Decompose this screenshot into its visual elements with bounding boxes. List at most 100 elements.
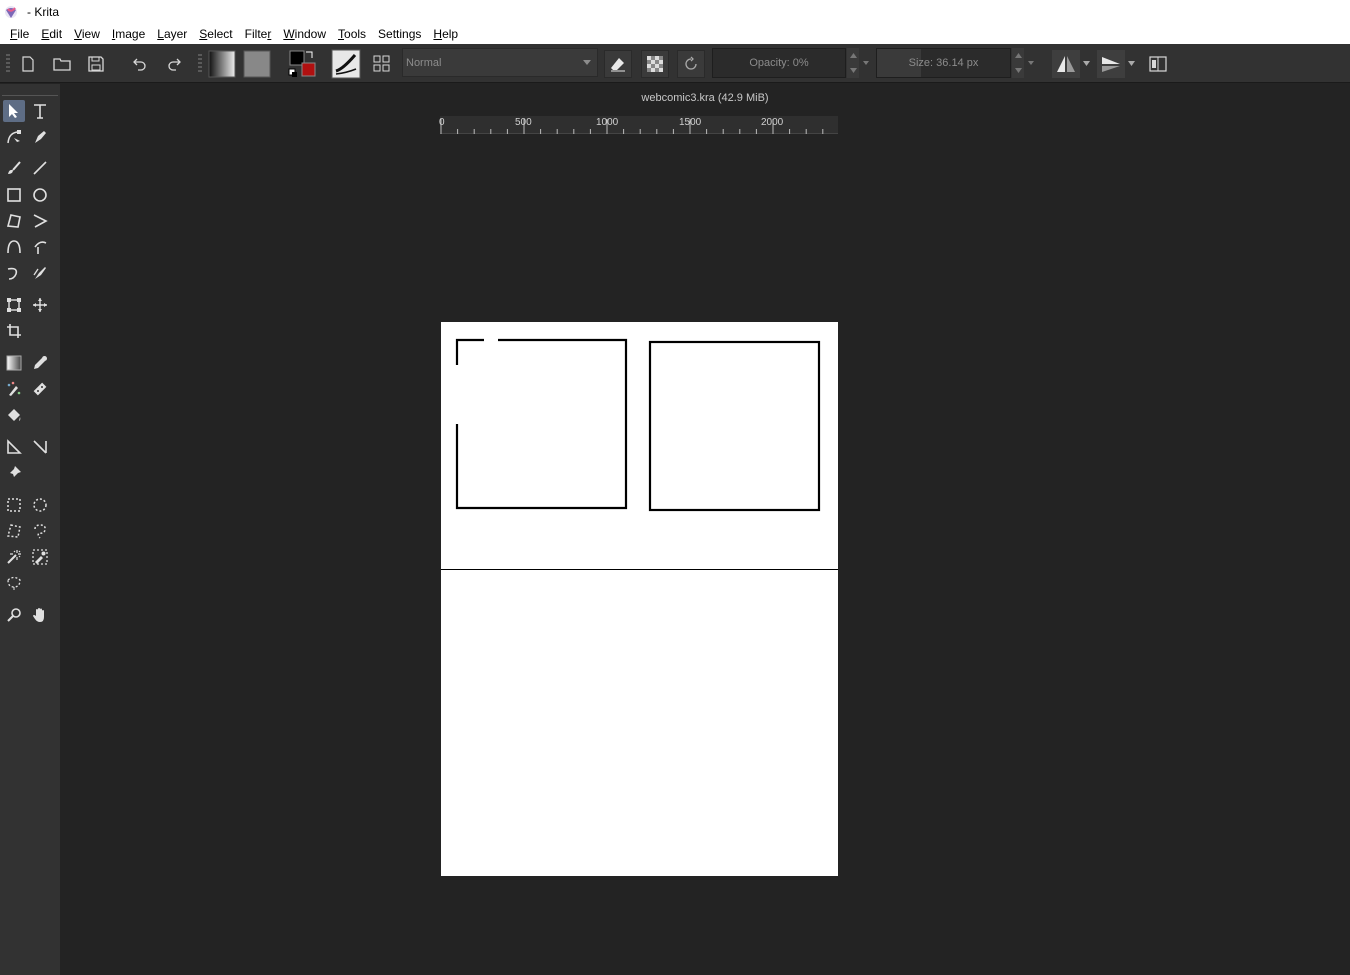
new-document-button[interactable] (16, 50, 40, 78)
menu-tools[interactable]: Tools (338, 27, 366, 41)
undo-button[interactable] (128, 50, 152, 78)
dynamic-brush-tool[interactable] (3, 262, 25, 284)
rectangular-selection-tool[interactable] (3, 494, 25, 516)
opacity-spinner[interactable] (847, 48, 859, 78)
toolbox-handle[interactable] (2, 86, 58, 96)
paint-bucket-icon (8, 409, 21, 421)
menu-help-mnemonic: H (433, 26, 443, 41)
open-document-button[interactable] (50, 50, 74, 78)
measure-tool[interactable] (29, 436, 51, 458)
menu-help[interactable]: Help (433, 27, 458, 41)
dynamic-brush-icon (7, 267, 18, 280)
preserve-alpha-button[interactable] (641, 50, 669, 78)
assistant-tool[interactable] (3, 436, 25, 458)
gradient-selector-button[interactable] (207, 50, 237, 78)
rectangle-tool[interactable] (3, 184, 25, 206)
menu-layer-mnemonic: L (157, 26, 164, 41)
freehand-brush-tool[interactable] (3, 157, 25, 179)
mirror-h-menu-arrow-icon[interactable] (1083, 61, 1090, 66)
size-spinner[interactable] (1012, 48, 1024, 78)
toolbar-grip-2[interactable] (198, 54, 202, 74)
mirror-v-menu-arrow-icon[interactable] (1128, 61, 1135, 66)
opacity-slider[interactable]: Opacity: 0% (712, 48, 846, 78)
text-tool[interactable] (29, 100, 51, 122)
edit-shapes-tool[interactable] (3, 126, 25, 148)
color-selector[interactable] (285, 50, 317, 78)
spin-down-icon (1014, 68, 1022, 73)
edit-shapes-icon (7, 130, 21, 144)
select-shapes-tool[interactable] (3, 100, 25, 122)
size-menu-arrow-icon[interactable] (1028, 61, 1034, 65)
menu-layer[interactable]: Layer (157, 27, 187, 41)
menu-view[interactable]: View (74, 27, 100, 41)
polygon-select-icon (7, 524, 21, 538)
wrap-around-button[interactable] (1146, 50, 1170, 78)
zoom-tool[interactable] (3, 604, 25, 626)
multibrush-tool[interactable] (29, 262, 51, 284)
polygon-tool[interactable] (3, 210, 25, 232)
line-tool[interactable] (29, 157, 51, 179)
freehand-selection-tool[interactable] (29, 520, 51, 542)
brush-settings-button[interactable] (368, 50, 396, 78)
measure-icon (33, 440, 47, 454)
mirror-vertical-button[interactable] (1097, 50, 1125, 78)
reload-preset-button[interactable] (677, 50, 705, 78)
multibrush-icon (33, 267, 46, 279)
contiguous-selection-tool[interactable] (3, 546, 25, 568)
document-canvas-page[interactable] (441, 322, 838, 876)
smart-patch-tool[interactable] (29, 378, 51, 400)
reference-images-tool[interactable] (3, 462, 25, 484)
color-sampler-tool[interactable] (29, 352, 51, 374)
freehand-path-tool[interactable] (29, 236, 51, 258)
similar-color-selection-tool[interactable] (29, 546, 51, 568)
polyline-icon (33, 214, 48, 228)
ruler-label-500: 500 (515, 117, 532, 128)
toolbar-grip[interactable] (6, 54, 10, 74)
bezier-selection-tool[interactable] (3, 572, 25, 594)
blend-mode-select[interactable]: Normal (402, 48, 598, 77)
menu-select[interactable]: Select (199, 27, 232, 41)
menu-window[interactable]: Window (283, 27, 326, 41)
eraser-mode-button[interactable] (604, 50, 632, 78)
gradient-tool[interactable] (3, 352, 25, 374)
transform-tool[interactable] (3, 294, 25, 316)
save-button[interactable] (84, 50, 108, 78)
brush-icon (8, 161, 21, 174)
move-icon (33, 298, 47, 312)
ellipse-tool[interactable] (29, 184, 51, 206)
brush-preset-button[interactable] (330, 49, 362, 79)
redo-button[interactable] (162, 50, 186, 78)
bezier-curve-tool[interactable] (3, 236, 25, 258)
polygonal-selection-tool[interactable] (3, 520, 25, 542)
menu-settings-tail: s (415, 26, 422, 41)
elliptical-selection-tool[interactable] (29, 494, 51, 516)
opacity-menu-arrow-icon[interactable] (863, 61, 869, 65)
menu-edit[interactable]: Edit (41, 27, 62, 41)
menu-select-label: elect (207, 26, 233, 41)
polyline-tool[interactable] (29, 210, 51, 232)
menu-image[interactable]: Image (112, 27, 145, 41)
mirror-horizontal-button[interactable] (1052, 50, 1080, 78)
crop-tool[interactable] (3, 320, 25, 342)
calligraphy-tool[interactable] (29, 126, 51, 148)
fill-tool[interactable] (3, 404, 25, 426)
ruler-label-2000: 2000 (761, 117, 784, 128)
colorize-mask-tool[interactable] (3, 378, 25, 400)
line-icon (33, 161, 47, 175)
pan-tool[interactable] (29, 604, 51, 626)
menu-file[interactable]: File (10, 27, 29, 41)
menu-settings[interactable]: Settings (378, 27, 421, 41)
calligraphy-icon (35, 131, 46, 143)
horizontal-ruler[interactable]: 0 500 1000 1500 2000 (439, 116, 838, 134)
freehand-path-icon (34, 241, 47, 254)
size-slider[interactable]: Size: 36.14 px (876, 48, 1011, 78)
move-tool[interactable] (29, 294, 51, 316)
ellipse-select-icon (33, 498, 47, 512)
menu-image-label: mage (115, 26, 146, 41)
menu-bar: File Edit View Image Layer Select Filter… (0, 23, 1350, 44)
grid-settings-icon (373, 55, 390, 72)
pattern-selector-button[interactable] (242, 50, 272, 78)
menu-layer-label: ayer (163, 26, 188, 41)
menu-tools-label: ools (344, 26, 367, 41)
menu-filter[interactable]: Filter (245, 27, 272, 41)
